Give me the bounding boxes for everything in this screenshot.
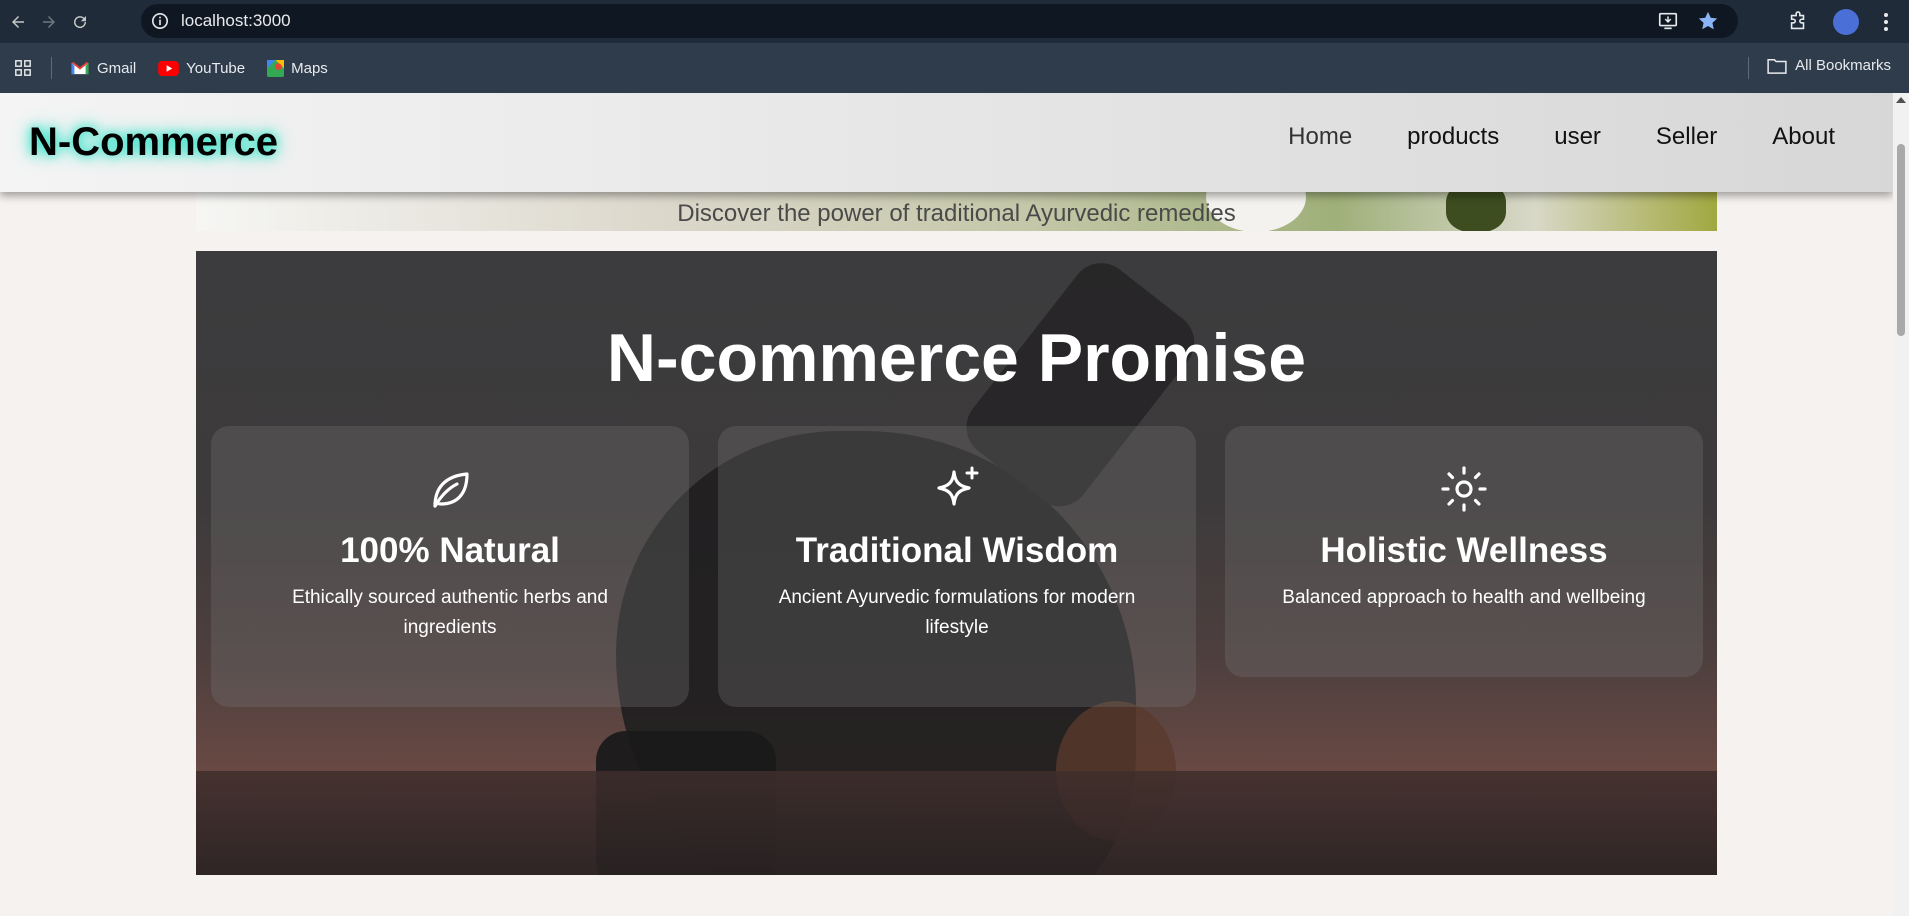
sparkle-icon bbox=[937, 466, 979, 506]
background-photo-horizon bbox=[196, 771, 1717, 875]
bookmark-youtube[interactable]: YouTube bbox=[158, 60, 245, 77]
bookmarks-bar: Gmail YouTube Maps All Bookmarks bbox=[0, 43, 1909, 93]
arrow-right-icon bbox=[43, 15, 55, 28]
install-app-icon[interactable] bbox=[1656, 9, 1680, 33]
url-text[interactable]: localhost:3000 bbox=[181, 11, 291, 31]
gmail-icon bbox=[71, 61, 89, 74]
profile-avatar[interactable] bbox=[1833, 8, 1859, 35]
leaf-icon bbox=[433, 472, 469, 508]
site-info-icon[interactable] bbox=[150, 11, 170, 31]
card-text: Ethically sourced authentic herbs and in… bbox=[292, 587, 608, 638]
address-bar[interactable]: localhost:3000 bbox=[141, 4, 1738, 38]
reload-button[interactable] bbox=[67, 9, 93, 35]
promise-card: Holistic Wellness Balanced approach to h… bbox=[1225, 426, 1703, 677]
arrow-left-icon bbox=[12, 15, 24, 28]
site-logo[interactable]: N-Commerce bbox=[29, 120, 278, 165]
kebab-menu-icon[interactable] bbox=[1883, 12, 1889, 32]
page-viewport: N-Commerce Home products user Seller Abo… bbox=[0, 93, 1893, 916]
sun-icon bbox=[1441, 466, 1487, 512]
page-scrollbar[interactable] bbox=[1893, 93, 1909, 916]
promise-title: N-commerce Promise bbox=[606, 320, 1307, 396]
nav-home[interactable]: Home bbox=[1288, 123, 1352, 151]
bookmarks-separator bbox=[1748, 57, 1749, 79]
main-nav: Home products user Seller About bbox=[1288, 123, 1835, 151]
scroll-up-arrow-icon[interactable] bbox=[1896, 97, 1906, 103]
browser-toolbar: localhost:3000 bbox=[0, 0, 1909, 43]
scrollbar-thumb[interactable] bbox=[1897, 144, 1905, 336]
all-bookmarks-button[interactable]: All Bookmarks bbox=[1767, 57, 1891, 74]
bookmarks-separator bbox=[51, 57, 52, 79]
card-title: Holistic Wellness bbox=[1320, 531, 1608, 570]
nav-seller[interactable]: Seller bbox=[1656, 123, 1717, 151]
card-text: Balanced approach to health and wellbein… bbox=[1282, 587, 1646, 608]
hero-banner: Discover the power of traditional Ayurve… bbox=[196, 192, 1717, 231]
extensions-icon[interactable] bbox=[1787, 10, 1809, 33]
hero-subtitle: Discover the power of traditional Ayurve… bbox=[677, 200, 1236, 227]
nav-about[interactable]: About bbox=[1772, 123, 1835, 151]
back-button[interactable] bbox=[5, 9, 31, 35]
bookmark-star-icon[interactable] bbox=[1696, 9, 1720, 33]
folder-icon bbox=[1767, 58, 1787, 74]
nav-user[interactable]: user bbox=[1554, 123, 1601, 151]
promise-section: N-commerce Promise 100% Natural Ethicall… bbox=[196, 251, 1717, 875]
maps-icon bbox=[267, 59, 285, 77]
reload-icon bbox=[74, 15, 87, 28]
forward-button[interactable] bbox=[36, 9, 62, 35]
apps-grid-icon[interactable] bbox=[14, 59, 32, 77]
promise-card: Traditional Wisdom Ancient Ayurvedic for… bbox=[718, 426, 1196, 707]
card-text: Ancient Ayurvedic formulations for moder… bbox=[778, 587, 1136, 638]
bookmark-gmail[interactable]: Gmail bbox=[70, 60, 136, 77]
card-title: 100% Natural bbox=[340, 531, 560, 570]
youtube-icon bbox=[158, 60, 179, 76]
site-header: N-Commerce Home products user Seller Abo… bbox=[0, 93, 1893, 192]
card-title: Traditional Wisdom bbox=[795, 531, 1119, 570]
promise-card: 100% Natural Ethically sourced authentic… bbox=[211, 426, 689, 707]
nav-products[interactable]: products bbox=[1407, 123, 1499, 151]
bookmark-maps[interactable]: Maps bbox=[267, 59, 328, 77]
